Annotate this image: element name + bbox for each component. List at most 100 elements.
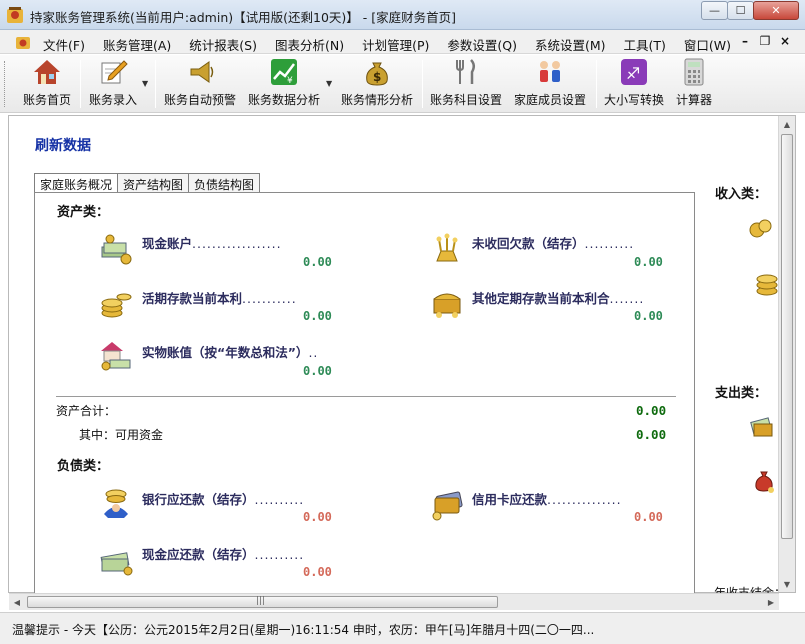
pencil-icon <box>101 60 128 84</box>
minimize-button[interactable]: — <box>701 1 728 20</box>
income-coins-icon <box>749 219 772 238</box>
app-logo-icon <box>7 7 23 23</box>
toolbar-separator <box>155 60 156 108</box>
scroll-up-icon[interactable]: ▲ <box>779 116 795 132</box>
window-title: 持家账务管理系统(当前用户:admin)【试用版(还剩10天)】 - [家庭财务… <box>30 10 457 25</box>
menu-item-2[interactable]: 统计报表(S) <box>189 35 257 54</box>
horizontal-scrollbar[interactable]: ◀ ||| ▶ <box>9 593 779 610</box>
asset-value: 0.00 <box>303 255 332 269</box>
family-icon <box>540 61 560 82</box>
horizontal-scroll-thumb[interactable]: ||| <box>27 596 498 608</box>
toolbar-grip[interactable] <box>4 61 7 107</box>
menu-item-5[interactable]: 参数设置(Q) <box>447 35 517 54</box>
cash-stack-icon <box>101 234 132 265</box>
assets-total-label: 资产合计： <box>56 404 117 418</box>
toolbar-situation-analysis-button[interactable]: $ 账务情形分析 <box>339 57 415 109</box>
tab-liability-structure[interactable]: 负债结构图 <box>188 173 261 192</box>
asset-name: 现金账户.................. <box>142 236 282 251</box>
toolbar-case-convert-button[interactable]: ♐ 大小写转换 <box>602 57 666 109</box>
mdi-restore-button[interactable]: ❐ <box>755 34 775 48</box>
status-bar: 温馨提示 - 今天【公历：公元2015年2月2日(星期一)16:11:54 申时… <box>0 612 805 644</box>
expense-money-bag-icon <box>755 471 774 493</box>
toolbar-separator <box>80 60 81 108</box>
scroll-right-icon[interactable]: ▶ <box>763 594 779 610</box>
toolbar: 账务首页 账务录入 ▼ 账务自动预警 ¥ 账务数据分析 ▼ $ 账务情形分析 账… <box>0 55 805 113</box>
toolbar-separator <box>422 60 423 108</box>
liability-value: 0.00 <box>303 565 332 579</box>
asset-name: 未收回欠款（结存）.......... <box>472 236 635 251</box>
horn-icon <box>190 61 214 83</box>
expense-cards-icon <box>750 417 773 437</box>
scroll-down-icon[interactable]: ▼ <box>779 576 795 592</box>
analysis-dropdown-arrow[interactable]: ▼ <box>326 79 332 88</box>
main-content: 刷新数据 家庭账务概况 资产结构图 负债结构图 资产类： 现金账户.......… <box>8 115 796 596</box>
mdi-minimize-button[interactable]: – <box>735 34 755 48</box>
income-heading: 收入类： <box>715 187 768 202</box>
app-logo-icon[interactable] <box>15 34 31 50</box>
maximize-button[interactable]: ☐ <box>727 1 754 20</box>
assets-heading: 资产类： <box>57 205 110 220</box>
toolbar-data-analysis-button[interactable]: ¥ 账务数据分析 <box>246 57 322 109</box>
asset-value: 0.00 <box>303 309 332 323</box>
toolbar-home-button[interactable]: 账务首页 <box>18 57 76 109</box>
toolbar-subject-settings-button[interactable]: 账务科目设置 <box>428 57 504 109</box>
liabilities-heading: 负债类： <box>57 459 110 474</box>
liability-name: 银行应还款（结存）.......... <box>142 492 305 507</box>
asset-value: 0.00 <box>634 309 663 323</box>
credit-card-icon <box>432 491 463 521</box>
vertical-scroll-thumb[interactable] <box>781 134 793 539</box>
svg-text:$: $ <box>373 70 381 84</box>
toolbar-separator <box>596 60 597 108</box>
svg-text:♐: ♐ <box>626 64 640 83</box>
close-button[interactable]: ✕ <box>753 1 799 20</box>
fork-knife-icon <box>456 59 475 84</box>
liability-name: 现金应还款（结存）.......... <box>142 547 305 562</box>
chart-icon: ¥ <box>271 59 297 86</box>
income-coin-stack-icon <box>756 274 778 296</box>
available-funds-label: 其中：可用资金 <box>79 428 164 442</box>
toolbar-calculator-button[interactable]: 计算器 <box>672 57 716 109</box>
entry-dropdown-arrow[interactable]: ▼ <box>142 79 148 88</box>
menu-item-3[interactable]: 图表分析(N) <box>275 35 344 54</box>
money-bag-icon: $ <box>366 62 388 86</box>
banknotes-icon <box>100 552 133 576</box>
toolbar-entry-button[interactable]: 账务录入 <box>85 57 141 109</box>
liability-value: 0.00 <box>634 510 663 524</box>
menu-item-4[interactable]: 计划管理(P) <box>362 35 429 54</box>
mdi-close-button[interactable]: × <box>775 34 795 48</box>
menu-item-8[interactable]: 窗口(W) <box>684 35 731 54</box>
vertical-scrollbar[interactable]: ▲ ▼ <box>778 116 795 592</box>
svg-text:¥: ¥ <box>287 76 293 86</box>
menu-item-0[interactable]: 文件(F) <box>43 35 85 54</box>
menu-bar: 文件(F) 账务管理(A) 统计报表(S) 图表分析(N) 计划管理(P) 参数设置(Q)… <box>0 30 805 54</box>
house-icon <box>34 60 60 84</box>
bank-coins-icon <box>104 489 128 518</box>
divider <box>56 396 676 397</box>
refresh-data-link[interactable]: 刷新数据 <box>35 135 91 155</box>
calculator-icon <box>684 58 704 86</box>
expense-heading: 支出类： <box>715 386 768 401</box>
menu-item-7[interactable]: 工具(T) <box>624 35 666 54</box>
assets-total-value: 0.00 <box>636 403 667 418</box>
liability-value: 0.00 <box>303 510 332 524</box>
case-convert-icon: ♐ <box>621 59 647 85</box>
overview-panel: 资产类： 现金账户.................. 0.00 未收回欠款（结… <box>34 192 695 596</box>
menu-item-1[interactable]: 账务管理(A) <box>103 35 171 54</box>
house-money-icon <box>101 342 131 371</box>
tab-overview[interactable]: 家庭账务概况 <box>34 173 119 193</box>
tab-strip: 家庭账务概况 资产结构图 负债结构图 <box>34 173 261 193</box>
tab-asset-structure[interactable]: 资产结构图 <box>117 173 190 192</box>
asset-name: 活期存款当前本利........... <box>142 291 297 306</box>
coin-stack-icon <box>101 293 132 318</box>
scroll-left-icon[interactable]: ◀ <box>9 594 25 610</box>
liability-name: 信用卡应还款............... <box>472 492 622 507</box>
asset-name: 实物账值（按“年数总和法”）.. <box>142 345 319 360</box>
asset-name: 其他定期存款当前本利合....... <box>472 291 645 306</box>
toolbar-family-settings-button[interactable]: 家庭成员设置 <box>512 57 588 109</box>
treasure-chest-icon <box>433 293 461 318</box>
toolbar-warning-button[interactable]: 账务自动预警 <box>162 57 238 109</box>
title-bar: 持家账务管理系统(当前用户:admin)【试用版(还剩10天)】 - [家庭财务… <box>0 0 805 30</box>
scroll-grip-icon: ||| <box>256 596 266 606</box>
menu-item-6[interactable]: 系统设置(M) <box>535 35 606 54</box>
available-funds-value: 0.00 <box>636 427 667 442</box>
